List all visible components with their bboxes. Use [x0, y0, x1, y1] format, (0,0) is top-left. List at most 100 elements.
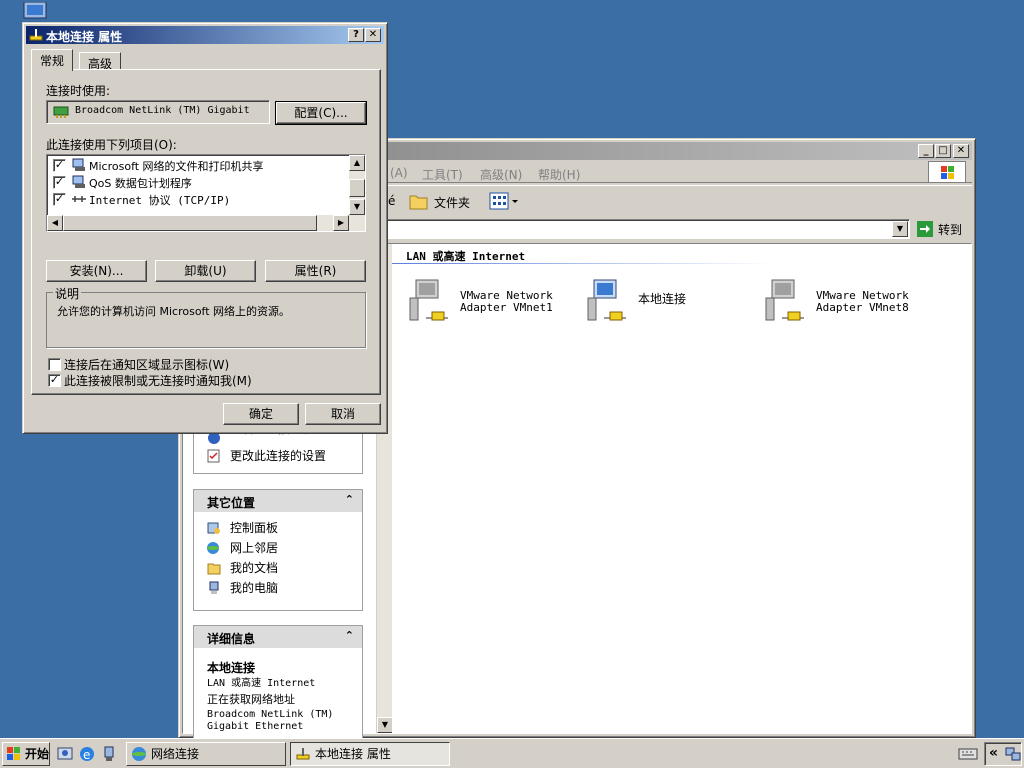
- details-adapter-line1: Broadcom NetLink (TM): [207, 709, 334, 720]
- collapse-chevron-icon[interactable]: ⌃: [345, 493, 354, 506]
- menu-help[interactable]: 帮助(H): [538, 166, 580, 183]
- views-button[interactable]: [486, 190, 522, 212]
- items-list: ✓ Microsoft 网络的文件和打印机共享 ✓ QoS 数据包计划程序 ✓ …: [46, 154, 366, 232]
- close-button[interactable]: ✕: [953, 144, 969, 158]
- place-my-computer[interactable]: 我的电脑: [194, 578, 362, 598]
- item-checkbox[interactable]: ✓: [53, 193, 66, 206]
- system-icon[interactable]: [100, 745, 118, 763]
- menu-advanced-partial[interactable]: (A): [390, 166, 408, 180]
- network-adapter-icon: [53, 106, 69, 118]
- task-change-settings[interactable]: 更改此连接的设置: [194, 446, 362, 466]
- details-type: LAN 或高速 Internet: [207, 678, 316, 689]
- address-dropdown-button[interactable]: ▼: [892, 221, 908, 237]
- my-documents-icon: [207, 563, 221, 575]
- taskbar-local-connection-properties[interactable]: 本地连接 属性: [290, 742, 450, 766]
- other-places-header[interactable]: 其它位置 ⌃: [194, 490, 362, 512]
- network-tray-icon[interactable]: [1005, 746, 1021, 762]
- properties-button[interactable]: 属性(R): [265, 260, 366, 282]
- network-connection-icon: [296, 748, 310, 760]
- close-button[interactable]: ✕: [365, 28, 381, 42]
- scroll-thumb[interactable]: [349, 179, 365, 197]
- description-label: 说明: [53, 285, 82, 302]
- notify-limited-checkbox[interactable]: ✓: [48, 374, 61, 387]
- svg-text:e: e: [83, 748, 90, 762]
- collapse-chevron-icon[interactable]: ⌃: [345, 629, 354, 642]
- connection-local[interactable]: 本地连接: [584, 278, 724, 328]
- taskbar: 开始 e 网络连接 本地连接 属性 «: [0, 738, 1024, 768]
- network-connection-icon: [765, 279, 804, 321]
- uninstall-button[interactable]: 卸载(U): [155, 260, 256, 282]
- configure-button[interactable]: 配置(C)...: [275, 101, 367, 125]
- notify-icon-checkbox[interactable]: [48, 358, 61, 371]
- general-tab-page: 连接时使用: Broadcom NetLink (TM) Gigabit 配置(…: [31, 69, 381, 395]
- cancel-button[interactable]: 取消: [305, 403, 381, 425]
- connection-name-line2: Adapter VMnet8: [816, 301, 909, 314]
- ok-button[interactable]: 确定: [223, 403, 299, 425]
- network-connection-icon: [409, 279, 448, 321]
- notify-limited-label[interactable]: 此连接被限制或无连接时通知我(M): [64, 372, 252, 389]
- folders-label: 文件夹: [434, 196, 471, 210]
- scroll-up-button[interactable]: ▲: [349, 155, 365, 171]
- keyboard-icon[interactable]: [958, 746, 978, 762]
- quick-launch: e: [54, 744, 122, 764]
- menu-tools[interactable]: 工具(T): [422, 166, 463, 183]
- list-vscrollbar[interactable]: ▲ ▼: [349, 155, 365, 215]
- network-tasks-panel: 查看此连接的状态 更改此连接的设置: [193, 428, 363, 474]
- tab-general[interactable]: 常规: [31, 49, 74, 71]
- protocol-icon: [72, 196, 86, 202]
- system-tray: «: [984, 742, 1022, 766]
- list-item[interactable]: ✓ QoS 数据包计划程序: [51, 174, 347, 191]
- install-button[interactable]: 安装(N)...: [46, 260, 147, 282]
- help-button[interactable]: ?: [348, 28, 364, 42]
- internet-explorer-icon[interactable]: e: [78, 745, 96, 763]
- folder-icon: [409, 195, 428, 210]
- adapter-name-field: Broadcom NetLink (TM) Gigabit: [46, 100, 270, 124]
- scroll-left-button[interactable]: ◀: [47, 215, 63, 231]
- item-checkbox[interactable]: ✓: [53, 159, 66, 172]
- place-network-neighborhood[interactable]: 网上邻居: [194, 538, 362, 558]
- list-item[interactable]: ✓ Internet 协议 (TCP/IP): [51, 191, 347, 208]
- control-panel-icon: [207, 522, 220, 534]
- windows-logo-icon: [928, 161, 966, 183]
- minimize-button[interactable]: _: [918, 144, 934, 158]
- settings-icon: [207, 449, 220, 463]
- scroll-right-button[interactable]: ▶: [333, 215, 349, 231]
- taskbar-network-connections[interactable]: 网络连接: [126, 742, 286, 766]
- network-connection-icon: [587, 279, 626, 321]
- show-desktop-icon[interactable]: [56, 745, 74, 763]
- start-button[interactable]: 开始: [2, 742, 50, 766]
- details-header[interactable]: 详细信息 ⌃: [194, 626, 362, 648]
- windows-flag-icon: [7, 747, 20, 760]
- scroll-down-button[interactable]: ▼: [349, 199, 365, 215]
- go-button[interactable]: 转到: [916, 219, 972, 239]
- place-control-panel[interactable]: 控制面板: [194, 518, 362, 538]
- local-connection-properties-dialog: 本地连接 属性 ? ✕ 常规 高级 连接时使用: Broadcom NetLin…: [22, 22, 388, 434]
- description-group: 说明 允许您的计算机访问 Microsoft 网络上的资源。: [46, 285, 366, 348]
- folders-button[interactable]: 文件夹: [408, 190, 478, 212]
- views-icon: [489, 192, 518, 210]
- menu-advanced[interactable]: 高级(N): [480, 166, 522, 183]
- scroll-down-button[interactable]: ▼: [377, 717, 393, 733]
- scroll-thumb[interactable]: [63, 215, 317, 231]
- network-connection-icon: [29, 29, 43, 41]
- details-name: 本地连接: [207, 661, 256, 675]
- details-status: 正在获取网络地址: [207, 693, 295, 706]
- connections-list: LAN 或高速 Internet VMware Network Adapter …: [392, 244, 971, 733]
- group-header: LAN 或高速 Internet: [406, 250, 526, 263]
- item-checkbox[interactable]: ✓: [53, 176, 66, 189]
- desktop-my-computer-icon[interactable]: [22, 1, 48, 24]
- my-computer-icon: [209, 581, 219, 594]
- notify-icon-label[interactable]: 连接后在通知区域显示图标(W): [64, 356, 229, 373]
- items-label: 此连接使用下列项目(O):: [46, 138, 177, 152]
- connection-vmnet1[interactable]: VMware Network Adapter VMnet1: [406, 278, 566, 328]
- list-hscrollbar[interactable]: ◀ ▶: [47, 215, 365, 231]
- tab-advanced[interactable]: 高级: [79, 52, 122, 71]
- place-my-documents[interactable]: 我的文档: [194, 558, 362, 578]
- dialog-titlebar[interactable]: 本地连接 属性 ? ✕: [26, 26, 384, 44]
- other-places-panel: 其它位置 ⌃ 控制面板 网上邻居 我的文档 我的电脑: [193, 489, 363, 611]
- group-header-rule: [392, 263, 772, 264]
- tray-expand-chevron[interactable]: «: [989, 745, 998, 761]
- maximize-button[interactable]: □: [935, 144, 951, 158]
- list-item[interactable]: ✓ Microsoft 网络的文件和打印机共享: [51, 157, 347, 174]
- connection-vmnet8[interactable]: VMware Network Adapter VMnet8: [762, 278, 922, 328]
